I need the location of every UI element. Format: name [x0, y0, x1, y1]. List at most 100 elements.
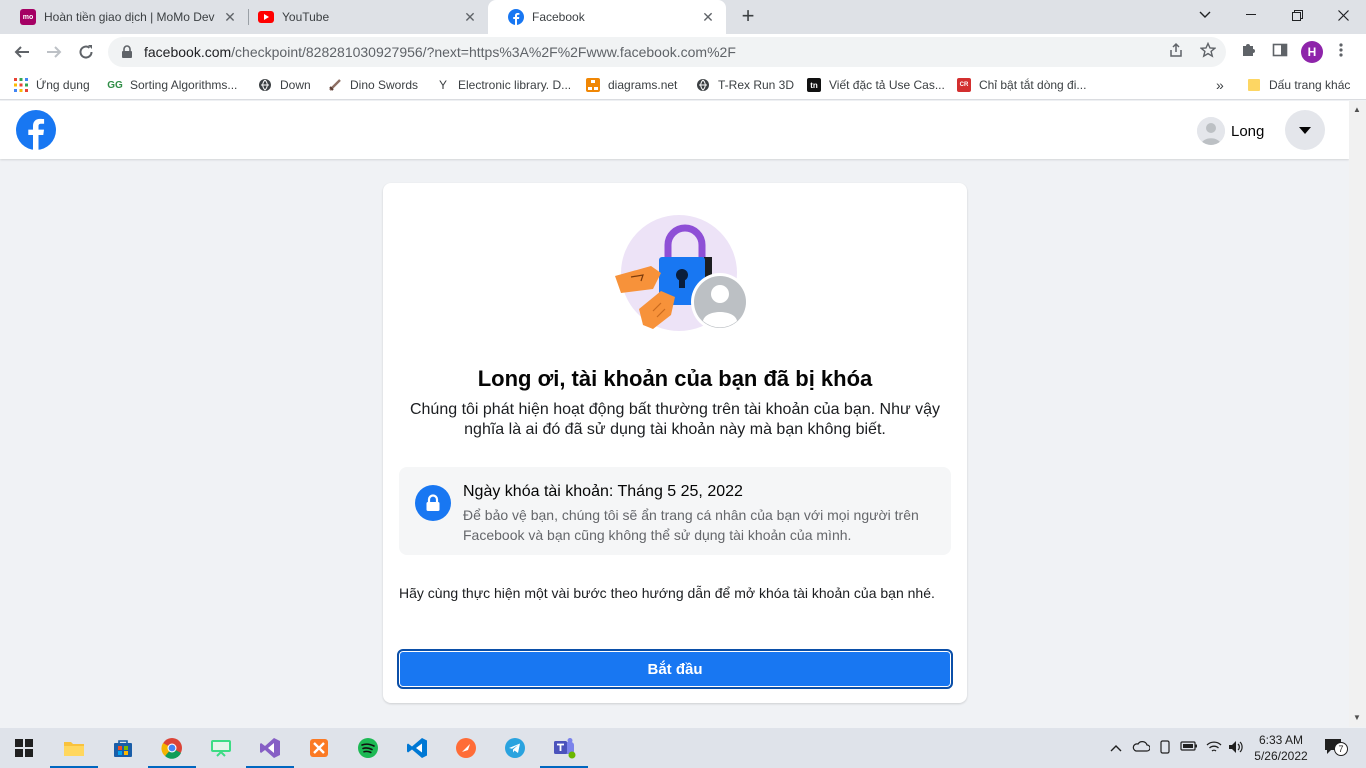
browser-toolbar: facebook.com/checkpoint/828281030927956/…	[0, 34, 1366, 70]
clock-date: 5/26/2022	[1254, 749, 1308, 763]
new-tab-button[interactable]: +	[736, 4, 760, 28]
spotify-icon[interactable]	[354, 734, 382, 762]
apps-grid-icon	[14, 78, 28, 92]
lock-date-info-box: Ngày khóa tài khoản: Tháng 5 25, 2022 Để…	[399, 467, 951, 555]
wifi-icon[interactable]	[1206, 740, 1222, 757]
microsoft-store-icon[interactable]	[109, 734, 137, 762]
facebook-logo-icon[interactable]	[16, 110, 56, 150]
bookmark-label: Electronic library. D...	[458, 78, 572, 92]
extensions-icon[interactable]	[1238, 42, 1258, 62]
bookmark-apps[interactable]: Ứng dụng	[14, 76, 90, 94]
notification-count-badge: 7	[1334, 742, 1348, 756]
user-profile-chip[interactable]: Long	[1197, 117, 1264, 145]
page-subtitle: Chúng tôi phát hiện hoạt động bất thường…	[409, 401, 941, 438]
bookmarks-bar: Ứng dụng GG Sorting Algorithms... Down D…	[0, 70, 1366, 100]
side-panel-icon[interactable]	[1270, 42, 1290, 62]
minimize-button[interactable]	[1228, 0, 1274, 30]
volume-icon[interactable]	[1228, 740, 1244, 757]
close-icon[interactable]: ✕	[222, 9, 238, 26]
bookmark-dino-swords[interactable]: Dino Swords	[328, 76, 418, 94]
bookmark-trex-run[interactable]: T-Rex Run 3D	[696, 76, 794, 94]
site-icon: CR	[957, 78, 971, 92]
bookmark-label: Dấu trang khác	[1269, 78, 1351, 92]
lock-icon[interactable]	[120, 45, 134, 59]
url-path: /checkpoint/828281030927956/?next=https%…	[231, 44, 736, 60]
bookmark-label: Sorting Algorithms...	[130, 78, 238, 92]
instructions-text: Hãy cùng thực hiện một vài bước theo hướ…	[399, 585, 935, 601]
globe-icon	[258, 78, 272, 92]
library-icon: Y	[438, 78, 447, 92]
scroll-up-icon[interactable]: ▲	[1353, 105, 1361, 114]
bookmark-use-case[interactable]: tn Viết đặc tả Use Cas...	[807, 76, 945, 94]
notification-center-icon[interactable]: 7	[1324, 738, 1348, 758]
bookmark-label: Dino Swords	[350, 78, 419, 92]
visual-studio-icon[interactable]	[246, 734, 294, 768]
bookmarks-overflow-button[interactable]: »	[1216, 76, 1224, 94]
postman-icon[interactable]	[452, 734, 480, 762]
tab-search-chevron-icon[interactable]	[1182, 0, 1228, 30]
windows-taskbar: 6:33 AM 5/26/2022 7	[0, 728, 1366, 768]
bookmark-sorting-algorithms[interactable]: GG Sorting Algorithms...	[107, 76, 238, 94]
tab-title: Hoàn tiền giao dịch | MoMo Dev	[44, 10, 215, 24]
tab-youtube[interactable]: YouTube ✕	[238, 0, 488, 34]
page-scrollbar[interactable]: ▲ ▼	[1349, 101, 1366, 727]
account-menu-button[interactable]	[1285, 110, 1325, 150]
tab-title: Facebook	[532, 10, 585, 24]
more-menu-icon[interactable]	[1331, 42, 1351, 62]
microsoft-teams-icon[interactable]	[540, 734, 588, 768]
browser-tab-strip: mo Hoàn tiền giao dịch | MoMo Dev ✕ YouT…	[0, 0, 1366, 34]
folder-icon	[1247, 78, 1261, 92]
android-studio-icon[interactable]	[207, 734, 235, 762]
tab-title: YouTube	[282, 10, 330, 24]
tn-icon: tn	[807, 78, 821, 92]
share-icon[interactable]	[1166, 42, 1186, 62]
reload-button[interactable]	[72, 38, 100, 66]
caret-down-icon	[1299, 126, 1311, 134]
bookmark-label: Chỉ bật tắt dòng đi...	[979, 78, 1087, 92]
close-window-button[interactable]	[1320, 0, 1366, 30]
page-title: Long ơi, tài khoản của bạn đã bị khóa	[477, 366, 873, 391]
bookmark-label: Viết đặc tả Use Cas...	[829, 78, 945, 92]
tab-facebook[interactable]: Facebook ✕	[488, 0, 726, 34]
bookmark-toggle-line[interactable]: CR Chỉ bật tắt dòng đi...	[957, 76, 1086, 94]
show-hidden-icons-chevron-icon[interactable]	[1110, 740, 1122, 755]
windows-start-icon[interactable]	[10, 734, 38, 762]
tab-momo[interactable]: mo Hoàn tiền giao dịch | MoMo Dev ✕	[0, 0, 248, 34]
phone-link-icon[interactable]	[1158, 740, 1172, 757]
scroll-down-icon[interactable]: ▼	[1353, 713, 1361, 722]
diagrams-icon	[586, 78, 600, 92]
close-icon[interactable]: ✕	[462, 9, 478, 26]
account-locked-card: Long ơi, tài khoản của bạn đã bị khóa Ch…	[383, 183, 967, 703]
back-button[interactable]	[8, 38, 36, 66]
start-button[interactable]: Bắt đầu	[397, 649, 953, 689]
globe-icon	[696, 78, 710, 92]
avatar	[1197, 117, 1225, 145]
bookmark-star-icon[interactable]	[1198, 41, 1218, 62]
system-clock[interactable]: 6:33 AM 5/26/2022	[1246, 732, 1316, 764]
close-icon[interactable]: ✕	[700, 9, 716, 26]
bookmark-electronic-library[interactable]: Y Electronic library. D...	[436, 76, 571, 94]
bookmark-down[interactable]: Down	[258, 76, 311, 94]
vscode-icon[interactable]	[403, 734, 431, 762]
youtube-icon	[258, 9, 274, 25]
lock-date-title: Ngày khóa tài khoản: Tháng 5 25, 2022	[463, 483, 743, 500]
forward-button[interactable]	[40, 38, 68, 66]
xampp-icon[interactable]	[305, 734, 333, 762]
address-bar[interactable]: facebook.com/checkpoint/828281030927956/…	[108, 37, 1226, 67]
bookmark-label: T-Rex Run 3D	[718, 78, 795, 92]
chrome-icon[interactable]	[148, 734, 196, 768]
sword-icon	[328, 78, 342, 92]
lock-date-description: Để bảo vệ bạn, chúng tôi sẽ ẩn trang cá …	[463, 507, 919, 543]
momo-icon: mo	[20, 9, 36, 25]
onedrive-icon[interactable]	[1132, 740, 1151, 755]
file-explorer-icon[interactable]	[50, 734, 98, 768]
telegram-icon[interactable]	[501, 734, 529, 762]
bookmark-label: Down	[280, 78, 311, 92]
locked-account-illustration	[615, 215, 749, 331]
bookmark-other-folder[interactable]: Dấu trang khác	[1247, 76, 1350, 94]
profile-avatar[interactable]: H	[1301, 41, 1323, 63]
bookmark-diagrams[interactable]: diagrams.net	[586, 76, 677, 94]
restore-button[interactable]	[1274, 0, 1320, 30]
battery-icon[interactable]	[1180, 740, 1198, 755]
facebook-icon	[508, 9, 524, 25]
